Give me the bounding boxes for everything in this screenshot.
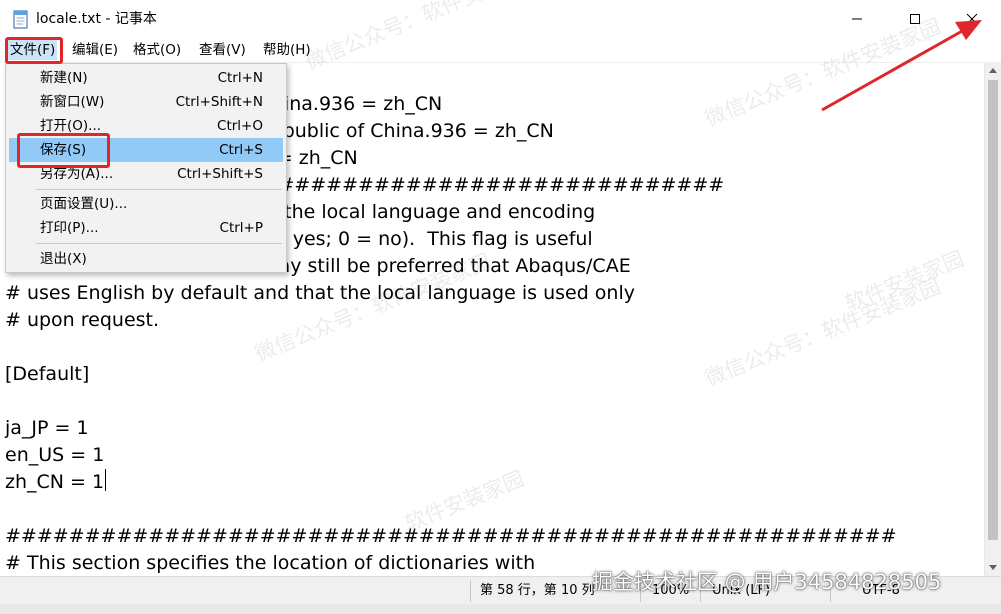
menu-item-shortcut: Ctrl+N [217,70,263,86]
status-divider [470,580,471,602]
file-menu-dropdown: 新建(N) Ctrl+N 新窗口(W) Ctrl+Shift+N 打开(O)..… [5,63,287,273]
vertical-scrollbar[interactable] [984,62,1001,576]
menu-item-page-setup[interactable]: 页面设置(U)... [9,192,283,216]
background-strip [0,604,1001,614]
scroll-down-icon[interactable] [989,565,997,570]
editor-line-current: zh_CN = 1 [5,469,107,496]
maximize-icon [910,14,920,24]
window-title: locale.txt - 记事本 [36,11,157,27]
menu-item-print[interactable]: 打印(P)... Ctrl+P [9,216,283,240]
close-button[interactable] [943,0,1001,38]
menu-separator [36,243,282,244]
editor-line: # This section specifies the location of… [5,552,536,574]
text-caret [105,469,107,491]
menu-bar: 文件(F) 编辑(E) 格式(O) 查看(V) 帮助(H) [0,38,1001,62]
menu-item-shortcut: Ctrl+Shift+N [175,94,263,110]
editor-line-text: zh_CN = 1 [5,471,105,493]
menu-item-shortcut: Ctrl+Shift+S [177,166,263,182]
scroll-thumb[interactable] [988,80,998,540]
menu-help[interactable]: 帮助(H) [261,40,313,60]
editor-line: ja_JP = 1 [5,417,89,439]
menu-item-label: 退出(X) [40,251,87,267]
maximize-button[interactable] [886,0,944,38]
menu-item-label: 打印(P)... [40,220,99,236]
menu-item-new[interactable]: 新建(N) Ctrl+N [9,66,283,90]
scroll-up-icon[interactable] [989,68,997,73]
menu-format[interactable]: 格式(O) [131,40,183,60]
menu-separator [36,189,282,190]
menu-item-label: 新窗口(W) [40,94,105,110]
close-icon [966,13,978,25]
annotation-box-file-menu [5,37,63,64]
menu-item-label: 页面设置(U)... [40,196,128,212]
menu-item-shortcut: Ctrl+S [219,142,263,158]
menu-item-shortcut: Ctrl+P [219,220,263,236]
minimize-button[interactable] [828,0,886,38]
editor-line: # upon request. [5,309,160,331]
menu-item-exit[interactable]: 退出(X) [9,247,283,271]
editor-line: ########################################… [5,525,897,547]
menu-item-new-window[interactable]: 新窗口(W) Ctrl+Shift+N [9,90,283,114]
menu-view[interactable]: 查看(V) [197,40,248,60]
notepad-icon [13,10,28,29]
menu-edit[interactable]: 编辑(E) [70,40,120,60]
editor-line: # uses English by default and that the l… [5,282,635,304]
editor-line: [Default] [5,363,90,385]
status-position: 第 58 行，第 10 列 [480,583,595,598]
editor-line: en_US = 1 [5,444,105,466]
menu-item-label: 新建(N) [40,70,88,86]
credit-watermark: 掘金技术社区 @ 用户34584828505 [592,570,942,594]
minimize-icon [852,18,862,20]
annotation-box-save [17,133,110,168]
title-bar: locale.txt - 记事本 [0,0,1001,38]
menu-item-shortcut: Ctrl+O [217,118,263,134]
